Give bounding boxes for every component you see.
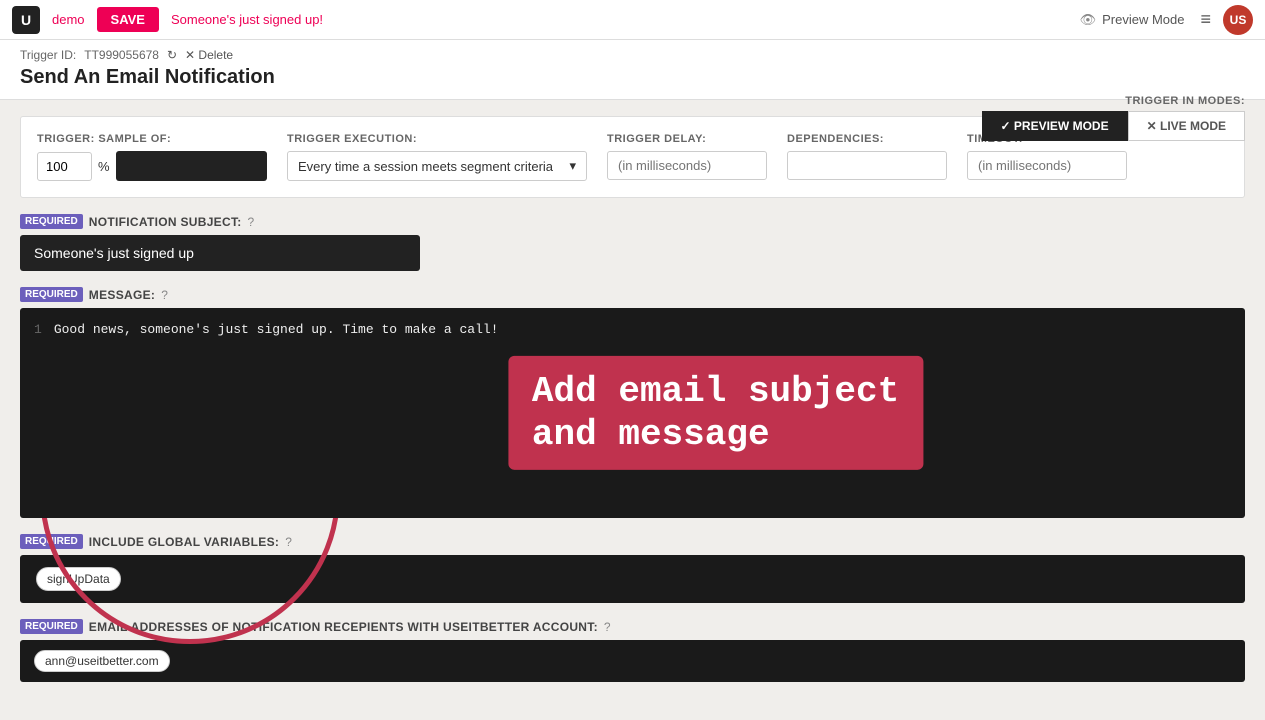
logo-button[interactable]: U	[12, 6, 40, 34]
content-wrapper: Required NOTIFICATION SUBJECT: ? Require…	[20, 214, 1245, 682]
signup-data-tag[interactable]: signUpData	[36, 567, 121, 591]
save-button[interactable]: SAVE	[97, 7, 159, 32]
trigger-id-row: Trigger ID: TT999055678 ↻ ✕ Delete	[20, 48, 1245, 62]
trigger-input-row: %	[37, 151, 267, 181]
percent-suffix: %	[98, 159, 110, 174]
email-field-label: EMAIL ADDRESSES OF NOTIFICATION RECEPIEN…	[89, 620, 598, 634]
annotation-overlay: Add email subject and message	[508, 356, 923, 470]
refresh-icon[interactable]: ↻	[167, 48, 177, 62]
subject-required-badge: Required	[20, 214, 83, 229]
top-navigation: U demo SAVE Someone's just signed up! 👁 …	[0, 0, 1265, 40]
annotation-line2: and message	[532, 413, 899, 456]
deps-section: DEPENDENCIES:	[787, 133, 947, 180]
trigger-in-modes-label: TRIGGER IN MODES:	[1125, 95, 1245, 107]
main-content: TRIGGER: SAMPLE OF: % TRIGGER EXECUTION:…	[0, 100, 1265, 714]
preview-mode-button[interactable]: ✓ PREVIEW MODE	[982, 111, 1128, 141]
delete-link[interactable]: ✕ Delete	[185, 48, 233, 62]
eye-icon: 👁	[1080, 12, 1097, 28]
preview-mode-label: Preview Mode	[1102, 12, 1184, 27]
message-code-editor[interactable]: 1 Good news, someone's just signed up. T…	[20, 308, 1245, 518]
modes-buttons: ✓ PREVIEW MODE ✕ LIVE MODE	[982, 111, 1245, 141]
subject-label-row: Required NOTIFICATION SUBJECT: ?	[20, 214, 1245, 229]
email-recipients-section: Required EMAIL ADDRESSES OF NOTIFICATION…	[20, 619, 1245, 682]
deps-label: DEPENDENCIES:	[787, 133, 947, 145]
annotation-box: Add email subject and message	[508, 356, 923, 470]
sample-dark-input[interactable]	[116, 151, 267, 181]
code-content-1: Good news, someone's just signed up. Tim…	[54, 322, 499, 337]
execution-select[interactable]: Every time a session meets segment crite…	[287, 151, 587, 181]
percent-input[interactable]	[37, 152, 92, 181]
trigger-id-label: Trigger ID:	[20, 48, 76, 62]
line-number-1: 1	[34, 322, 42, 337]
delay-input[interactable]	[607, 151, 767, 180]
global-vars-required-badge: Required	[20, 534, 83, 549]
execution-label: TRIGGER EXECUTION:	[287, 133, 587, 145]
message-help-icon[interactable]: ?	[161, 288, 168, 302]
timeout-input[interactable]	[967, 151, 1127, 180]
message-required-badge: Required	[20, 287, 83, 302]
trigger-title-nav: Someone's just signed up!	[171, 12, 323, 27]
delay-label: TRIGGER DELAY:	[607, 133, 767, 145]
code-line-1: 1 Good news, someone's just signed up. T…	[34, 322, 1231, 337]
subheader: Trigger ID: TT999055678 ↻ ✕ Delete Send …	[0, 40, 1265, 100]
message-section: Required MESSAGE: ? 1 Good news, someone…	[20, 287, 1245, 518]
hamburger-menu-icon[interactable]: ≡	[1200, 9, 1211, 30]
email-label-row: Required EMAIL ADDRESSES OF NOTIFICATION…	[20, 619, 1245, 634]
deps-input[interactable]	[787, 151, 947, 180]
email-help-icon[interactable]: ?	[604, 620, 611, 634]
demo-label[interactable]: demo	[52, 12, 85, 27]
notification-subject-section: Required NOTIFICATION SUBJECT: ?	[20, 214, 1245, 271]
chevron-down-icon: ▾	[569, 158, 576, 174]
annotation-line1: Add email subject	[532, 370, 899, 413]
global-variables-section: Required INCLUDE GLOBAL VARIABLES: ? sig…	[20, 534, 1245, 603]
subject-help-icon[interactable]: ?	[248, 215, 255, 229]
global-vars-input[interactable]: signUpData	[20, 555, 1245, 603]
subject-field-label: NOTIFICATION SUBJECT:	[89, 215, 242, 229]
message-field-label: MESSAGE:	[89, 288, 155, 302]
subject-input[interactable]	[20, 235, 420, 271]
global-vars-field-label: INCLUDE GLOBAL VARIABLES:	[89, 535, 279, 549]
trigger-sample-label: TRIGGER: SAMPLE OF:	[37, 133, 267, 145]
email-tag[interactable]: ann@useitbetter.com	[34, 650, 170, 672]
execution-value: Every time a session meets segment crite…	[298, 159, 553, 174]
execution-section: TRIGGER EXECUTION: Every time a session …	[287, 133, 587, 181]
delay-section: TRIGGER DELAY:	[607, 133, 767, 180]
email-recipients-input[interactable]: ann@useitbetter.com	[20, 640, 1245, 682]
page-title: Send An Email Notification	[20, 66, 1245, 89]
trigger-id-value: TT999055678	[84, 48, 159, 62]
global-vars-label-row: Required INCLUDE GLOBAL VARIABLES: ?	[20, 534, 1245, 549]
user-avatar[interactable]: US	[1223, 5, 1253, 35]
global-vars-help-icon[interactable]: ?	[285, 535, 292, 549]
trigger-modes-bar: TRIGGER IN MODES: ✓ PREVIEW MODE ✕ LIVE …	[982, 95, 1245, 141]
live-mode-button[interactable]: ✕ LIVE MODE	[1128, 111, 1245, 141]
trigger-sample-section: TRIGGER: SAMPLE OF: %	[37, 133, 267, 181]
preview-mode-nav[interactable]: 👁 Preview Mode	[1080, 12, 1185, 28]
email-required-badge: Required	[20, 619, 83, 634]
message-label-row: Required MESSAGE: ?	[20, 287, 1245, 302]
